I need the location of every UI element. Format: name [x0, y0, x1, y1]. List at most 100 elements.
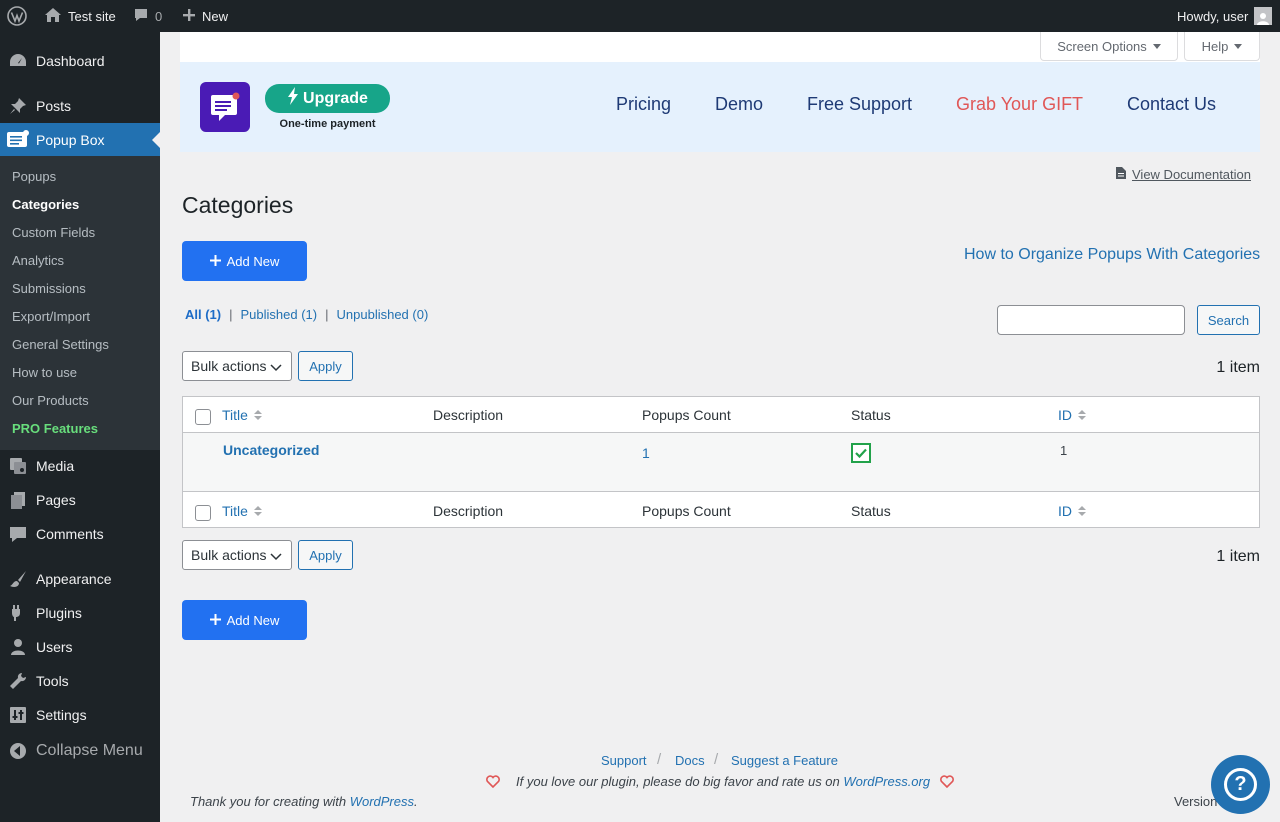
collapse-menu-button[interactable]: Collapse Menu — [0, 734, 160, 768]
wordpress-logo-icon[interactable] — [7, 0, 27, 32]
add-new-label: Add New — [226, 253, 280, 269]
footer-thanks-period: . — [414, 794, 418, 809]
submenu-popups[interactable]: Popups — [12, 169, 56, 184]
search-button[interactable]: Search — [1197, 305, 1260, 335]
grab-gift-link[interactable]: Grab Your GIFT — [956, 94, 1083, 115]
menu-plugins[interactable]: Plugins — [0, 596, 160, 630]
status-checked-icon[interactable] — [851, 443, 871, 466]
comments-link[interactable]: 0 — [133, 0, 162, 32]
menu-media[interactable]: Media — [0, 449, 160, 483]
apply-button-bottom[interactable]: Apply — [298, 540, 353, 570]
submenu-custom-fields[interactable]: Custom Fields — [12, 225, 95, 240]
add-new-button-bottom[interactable]: Add New — [182, 600, 307, 640]
footer-wordpress-link[interactable]: WordPress — [350, 794, 414, 809]
free-support-link[interactable]: Free Support — [807, 94, 912, 115]
menu-plugins-label: Plugins — [36, 605, 82, 621]
menu-appearance[interactable]: Appearance — [0, 562, 160, 596]
submenu-analytics[interactable]: Analytics — [12, 253, 64, 268]
row-popups-count-link[interactable]: 1 — [642, 445, 650, 461]
view-documentation-label: View Documentation — [1132, 167, 1251, 182]
plus-icon — [182, 8, 196, 25]
submenu-categories[interactable]: Categories — [12, 197, 79, 212]
chevron-down-icon — [270, 364, 282, 372]
filter-separator: | — [325, 307, 329, 322]
column-id-label: ID — [1058, 407, 1072, 423]
select-all-checkbox-bottom[interactable] — [195, 505, 211, 521]
chevron-down-icon — [270, 553, 282, 561]
site-name-link[interactable]: Test site — [44, 0, 116, 32]
bulk-actions-select-top[interactable]: Bulk actions — [182, 351, 292, 381]
row-title-link[interactable]: Uncategorized — [223, 442, 319, 458]
view-documentation-link[interactable]: View Documentation — [1116, 167, 1251, 182]
my-account-link[interactable]: Howdy, user — [1177, 0, 1273, 32]
menu-pages[interactable]: Pages — [0, 483, 160, 517]
how-to-organize-link[interactable]: How to Organize Popups With Categories — [964, 246, 1260, 264]
admin-sidebar: Dashboard Posts Popup Box Popups Categor… — [0, 32, 160, 822]
filter-all[interactable]: All (1) — [185, 307, 221, 322]
new-label: New — [202, 8, 229, 24]
plus-icon — [209, 254, 221, 269]
media-icon — [0, 456, 36, 476]
menu-dashboard[interactable]: Dashboard — [0, 44, 160, 78]
status-filters: All (1) | Published (1) | Unpublished (0… — [185, 307, 428, 322]
column-popups-count: Popups Count — [642, 407, 731, 423]
menu-posts[interactable]: Posts — [0, 89, 160, 123]
admin-bar: Test site 0 New Howdy, user — [0, 0, 1280, 32]
apply-button-top[interactable]: Apply — [298, 351, 353, 381]
menu-popup-box[interactable]: Popup Box — [0, 123, 160, 157]
question-mark-icon: ? — [1224, 768, 1257, 801]
column-title-label: Title — [222, 503, 248, 519]
item-count-top: 1 item — [1216, 359, 1260, 376]
menu-settings[interactable]: Settings — [0, 698, 160, 732]
help-tab-button[interactable]: Help — [1184, 32, 1260, 61]
menu-tools[interactable]: Tools — [0, 664, 160, 698]
plugin-icon — [0, 603, 36, 623]
comments-count: 0 — [155, 8, 163, 24]
caret-down-icon — [1234, 43, 1243, 49]
lightning-bolt-icon — [287, 87, 299, 110]
column-title-sort[interactable]: Title — [222, 407, 262, 423]
menu-users[interactable]: Users — [0, 630, 160, 664]
column-id-sort-bottom[interactable]: ID — [1058, 503, 1086, 519]
demo-link[interactable]: Demo — [715, 94, 763, 115]
home-icon — [44, 7, 62, 26]
comment-icon — [133, 7, 149, 26]
submenu-general-settings[interactable]: General Settings — [12, 337, 109, 352]
filter-unpublished[interactable]: Unpublished (0) — [337, 307, 429, 322]
footer-wordpress-org-link[interactable]: WordPress.org — [843, 774, 930, 789]
column-status: Status — [851, 407, 891, 423]
upgrade-button[interactable]: Upgrade — [265, 84, 390, 113]
menu-users-label: Users — [36, 639, 73, 655]
collapse-menu-label: Collapse Menu — [36, 742, 143, 759]
caret-down-icon — [1152, 43, 1161, 49]
add-new-button[interactable]: Add New — [182, 241, 307, 281]
bulk-actions-select-bottom[interactable]: Bulk actions — [182, 540, 292, 570]
column-status-bottom: Status — [851, 503, 891, 519]
submenu-how-to-use[interactable]: How to use — [12, 365, 77, 380]
column-title-sort-bottom[interactable]: Title — [222, 503, 262, 519]
submenu-submissions[interactable]: Submissions — [12, 281, 86, 296]
select-all-checkbox[interactable] — [195, 409, 211, 425]
submenu-export-import[interactable]: Export/Import — [12, 309, 90, 324]
column-id-sort[interactable]: ID — [1058, 407, 1086, 423]
pricing-link[interactable]: Pricing — [616, 94, 671, 115]
add-new-label: Add New — [226, 612, 280, 628]
screen-options-button[interactable]: Screen Options — [1040, 32, 1178, 61]
submenu-our-products[interactable]: Our Products — [12, 393, 89, 408]
upgrade-label: Upgrade — [303, 89, 368, 107]
footer-suggest-link[interactable]: Suggest a Feature — [731, 753, 838, 768]
new-content-link[interactable]: New — [182, 0, 228, 32]
footer-docs-link[interactable]: Docs — [675, 753, 705, 768]
footer-separator: / — [714, 751, 719, 768]
popup-box-icon — [0, 129, 36, 151]
menu-comments[interactable]: Comments — [0, 517, 160, 551]
contact-us-link[interactable]: Contact Us — [1127, 94, 1216, 115]
search-input[interactable] — [997, 305, 1185, 335]
footer-support-link[interactable]: Support — [601, 753, 647, 768]
help-fab-button[interactable]: ? — [1211, 755, 1270, 814]
submenu-pro-features[interactable]: PRO Features — [12, 421, 98, 436]
column-id-label: ID — [1058, 503, 1072, 519]
heart-icon — [486, 775, 500, 791]
sort-arrows-icon — [1078, 410, 1086, 420]
filter-published[interactable]: Published (1) — [241, 307, 318, 322]
